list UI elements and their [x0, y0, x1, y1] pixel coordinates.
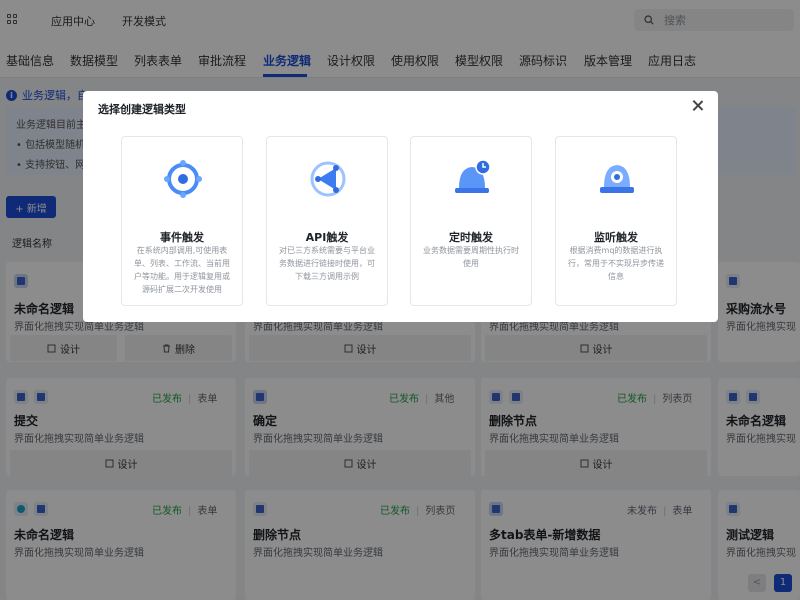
- modal-title: 选择创建逻辑类型: [98, 103, 186, 116]
- type-name: API触发: [305, 231, 349, 244]
- listen-trigger-icon: [600, 165, 634, 193]
- type-name: 定时触发: [449, 231, 493, 244]
- type-name: 监听触发: [594, 231, 638, 244]
- type-desc: 业务数据需要周期性执行时使用: [423, 246, 519, 268]
- type-desc: 在系统内部调用,可使用表单、列表、工作流、当前用户等功能。用于逻辑复用或源码扩展…: [134, 246, 230, 294]
- type-card-event[interactable]: 事件触发 在系统内部调用,可使用表单、列表、工作流、当前用户等功能。用于逻辑复用…: [121, 136, 243, 306]
- close-icon[interactable]: [691, 99, 705, 113]
- type-name: 事件触发: [160, 231, 204, 244]
- api-trigger-icon: [310, 161, 346, 197]
- type-card-timer[interactable]: 定时触发 业务数据需要周期性执行时使用: [410, 136, 532, 306]
- type-card-listen[interactable]: 监听触发 根据消费mq的数据进行执行，常用于不实现异步传递信息: [555, 136, 677, 306]
- create-logic-type-modal: 选择创建逻辑类型 事件触发 在系统内部调用,可使用表单、列表、工作流、当前用户等…: [83, 91, 718, 322]
- timer-trigger-icon: [455, 159, 491, 193]
- event-trigger-icon: [164, 160, 202, 198]
- type-desc: 根据消费mq的数据进行执行，常用于不实现异步传递信息: [568, 246, 664, 281]
- type-card-api[interactable]: API触发 对已三方系统需要与平台业务数据进行链接时使用，可下载三方调用示例: [266, 136, 388, 306]
- type-desc: 对已三方系统需要与平台业务数据进行链接时使用，可下载三方调用示例: [279, 246, 375, 281]
